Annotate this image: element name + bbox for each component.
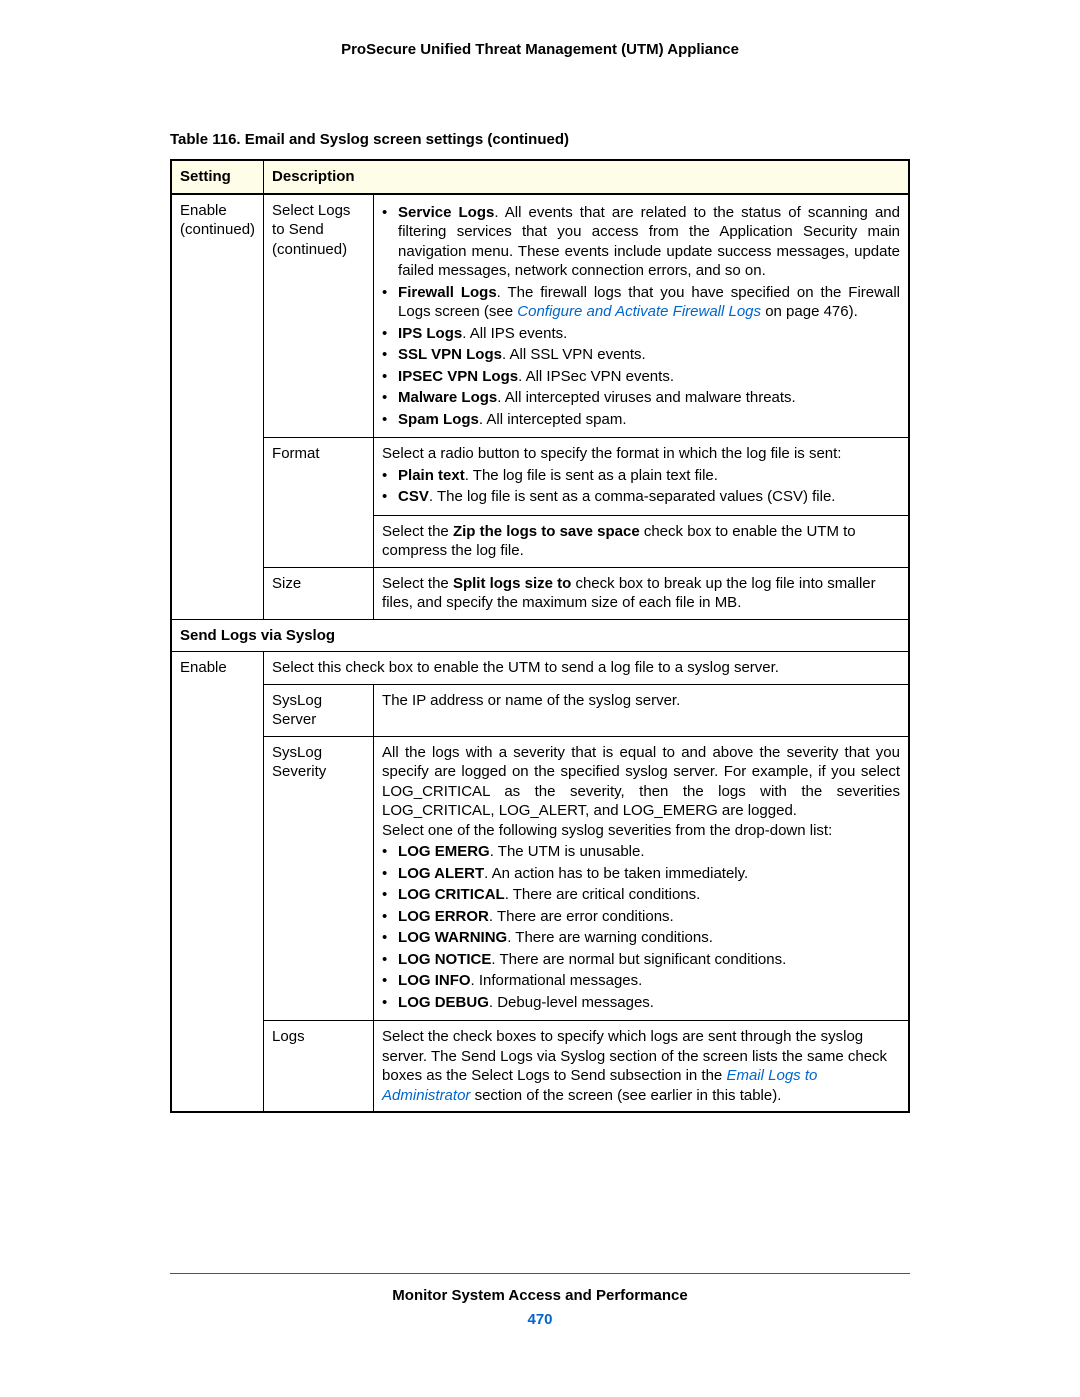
page-header: ProSecure Unified Threat Management (UTM… [170, 40, 910, 60]
table-row: Enable (continued) Select Logs to Send (… [171, 194, 909, 438]
th-description: Description [264, 160, 909, 194]
list-item: Plain text. The log file is sent as a pl… [382, 466, 900, 486]
table-row: Logs Select the check boxes to specify w… [171, 1021, 909, 1113]
table-row: SysLog Server The IP address or name of … [171, 684, 909, 736]
list-item: SSL VPN Logs. All SSL VPN events. [382, 345, 900, 365]
cell-subsetting: SysLog Server [264, 684, 374, 736]
footer-title: Monitor System Access and Performance [170, 1286, 910, 1306]
list-item: LOG ALERT. An action has to be taken imm… [382, 864, 900, 884]
page-footer: Monitor System Access and Performance 47… [170, 1273, 910, 1329]
text: Select a radio button to specify the for… [382, 444, 900, 464]
table-row: SysLog Severity All the logs with a seve… [171, 736, 909, 1021]
list-item: LOG CRITICAL. There are critical conditi… [382, 885, 900, 905]
cell-description: Select a radio button to specify the for… [374, 438, 909, 516]
section-header: Send Logs via Syslog [171, 619, 909, 652]
list-item: LOG NOTICE. There are normal but signifi… [382, 950, 900, 970]
cell-subsetting: Format [264, 438, 374, 568]
list-item: Malware Logs. All intercepted viruses an… [382, 388, 900, 408]
table-caption: Table 116. Email and Syslog screen setti… [170, 130, 910, 150]
cell-subsetting: Select Logs to Send (continued) [264, 194, 374, 438]
section-header-row: Send Logs via Syslog [171, 619, 909, 652]
settings-table: Setting Description Enable (continued) S… [170, 159, 910, 1113]
cell-setting: Enable [171, 652, 264, 1113]
list-item: IPSEC VPN Logs. All IPSec VPN events. [382, 367, 900, 387]
list-item: CSV. The log file is sent as a comma-sep… [382, 487, 900, 507]
list-item: LOG EMERG. The UTM is unusable. [382, 842, 900, 862]
list-item: IPS Logs. All IPS events. [382, 324, 900, 344]
table-row: Format Select a radio button to specify … [171, 438, 909, 516]
cell-description: Select the check boxes to specify which … [374, 1021, 909, 1113]
cell-description: The IP address or name of the syslog ser… [374, 684, 909, 736]
cell-description: Select the Zip the logs to save space ch… [374, 515, 909, 567]
list-item: Spam Logs. All intercepted spam. [382, 410, 900, 430]
th-setting: Setting [171, 160, 264, 194]
cell-description: All the logs with a severity that is equ… [374, 736, 909, 1021]
cell-setting: Enable (continued) [171, 194, 264, 620]
text: All the logs with a severity that is equ… [382, 743, 900, 821]
cell-description: Select this check box to enable the UTM … [264, 652, 909, 685]
cell-subsetting: Logs [264, 1021, 374, 1113]
cell-subsetting: SysLog Severity [264, 736, 374, 1021]
cell-subsetting: Size [264, 567, 374, 619]
list-item: LOG WARNING. There are warning condition… [382, 928, 900, 948]
cell-description: Service Logs. All events that are relate… [374, 194, 909, 438]
text: Select one of the following syslog sever… [382, 821, 900, 841]
list-item: Firewall Logs. The firewall logs that yo… [382, 283, 900, 322]
list-item: LOG DEBUG. Debug-level messages. [382, 993, 900, 1013]
list-item: LOG INFO. Informational messages. [382, 971, 900, 991]
list-item: LOG ERROR. There are error conditions. [382, 907, 900, 927]
cell-description: Select the Split logs size to check box … [374, 567, 909, 619]
page-number: 470 [170, 1310, 910, 1330]
table-row: Enable Select this check box to enable t… [171, 652, 909, 685]
link-firewall-logs[interactable]: Configure and Activate Firewall Logs [517, 303, 761, 320]
list-item: Service Logs. All events that are relate… [382, 203, 900, 281]
table-row: Size Select the Split logs size to check… [171, 567, 909, 619]
